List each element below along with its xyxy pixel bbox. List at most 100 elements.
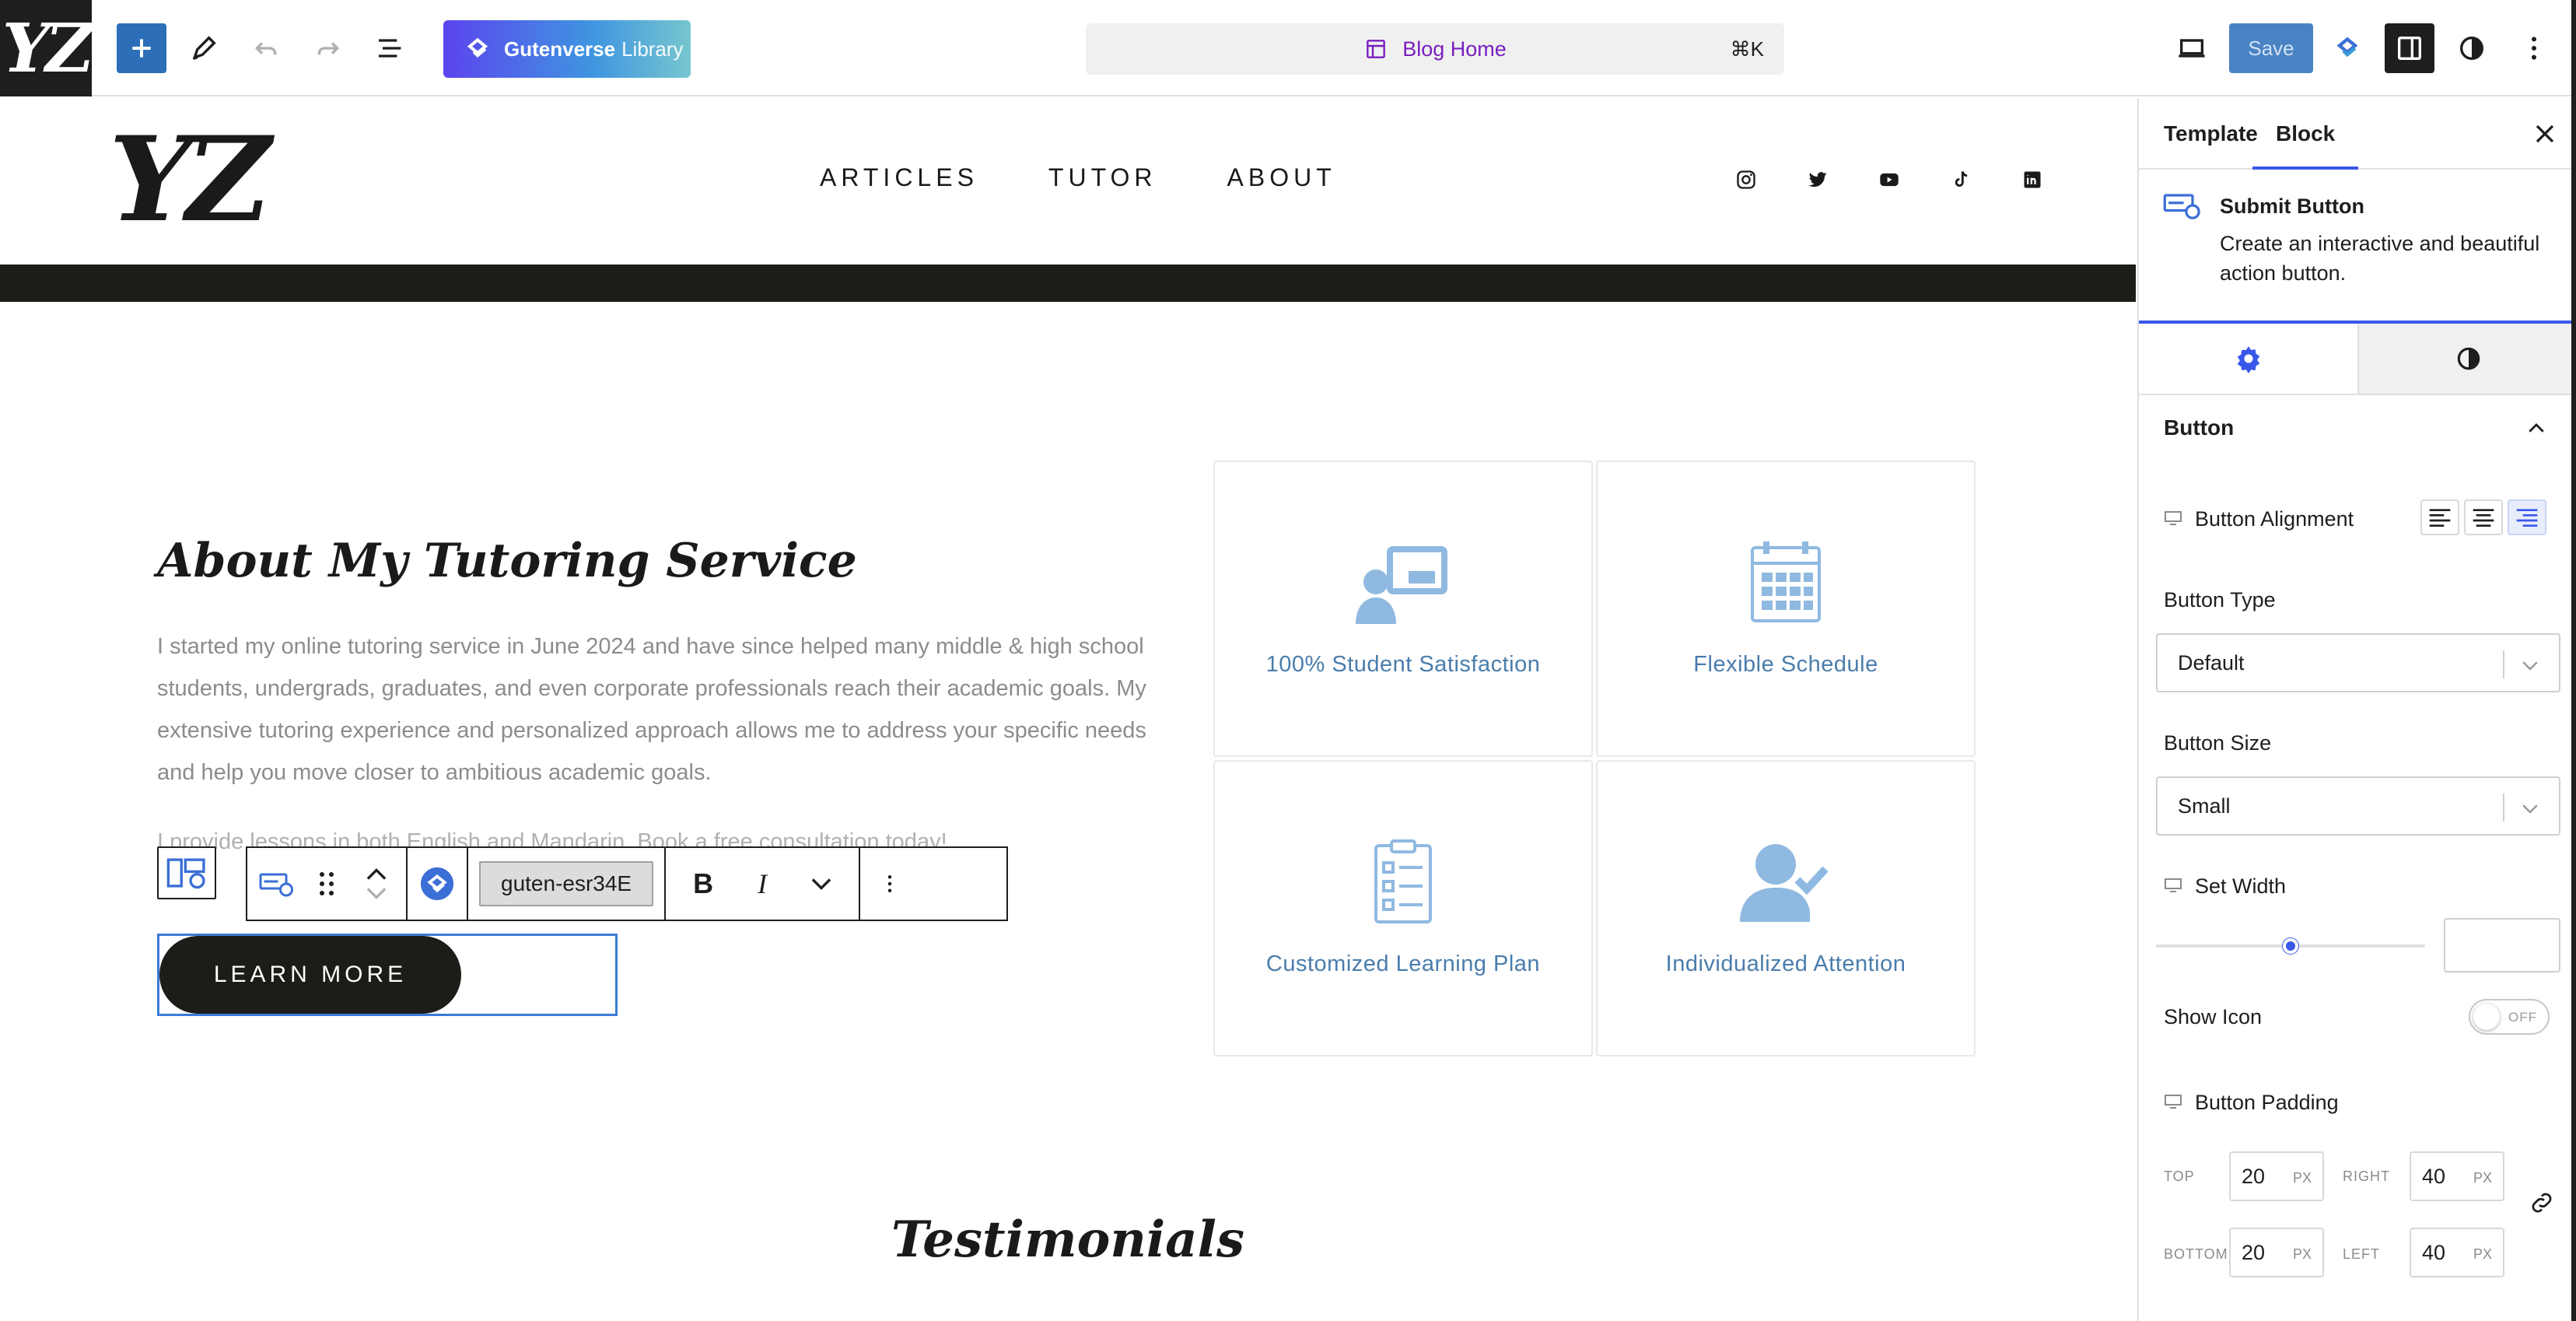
chevron-down-icon [2522, 661, 2538, 671]
gear-icon [2237, 346, 2259, 373]
feature-card[interactable]: Individualized Attention [1596, 760, 1976, 1056]
padding-bottom-input[interactable]: 20 PX [2229, 1228, 2324, 1277]
drag-handle-icon[interactable] [308, 865, 345, 902]
block-options-button[interactable] [871, 865, 908, 902]
more-vertical-icon [2532, 37, 2536, 60]
redo-button[interactable] [303, 23, 353, 73]
slider-thumb[interactable] [2283, 938, 2298, 954]
redo-icon [317, 42, 340, 55]
set-width-label: Set Width [2195, 874, 2287, 898]
padding-top-input[interactable]: 20 PX [2229, 1151, 2324, 1201]
user-check-icon [1740, 844, 1829, 922]
features-grid: 100% Student Satisfaction Flexible Sched… [1213, 461, 1976, 1056]
submit-button-block-icon [2163, 194, 2200, 219]
site-logo[interactable]: YZ [109, 121, 271, 238]
gutenverse-logo-icon [467, 37, 488, 58]
section-title-button[interactable]: Button [2164, 415, 2234, 440]
settings-sidebar: Template Block Submit Button Create an i… [2137, 98, 2576, 1321]
preview-button[interactable] [2167, 23, 2217, 73]
align-center-icon [2473, 509, 2494, 527]
about-heading[interactable]: About My Tutoring Service [157, 534, 857, 588]
feature-label: Flexible Schedule [1693, 652, 1878, 677]
window-edge [2571, 0, 2576, 1321]
padding-left-value: 40 [2422, 1240, 2446, 1264]
linkedin-icon[interactable] [2019, 166, 2046, 193]
align-center-button[interactable] [2464, 499, 2503, 535]
undo-button[interactable] [241, 23, 291, 73]
close-icon[interactable] [2529, 118, 2560, 149]
padding-bottom-value: 20 [2242, 1240, 2266, 1264]
padding-right-input[interactable]: 40 PX [2410, 1151, 2504, 1201]
gutenverse-library-button[interactable]: Gutenverse Library [443, 20, 691, 78]
parent-block-icon [166, 858, 205, 889]
more-formatting-button[interactable] [803, 865, 840, 902]
submit-button-block-icon[interactable] [258, 865, 296, 902]
show-icon-toggle[interactable]: OFF [2469, 999, 2550, 1035]
site-icon-button[interactable]: YZ [0, 0, 94, 96]
feature-card[interactable]: Customized Learning Plan [1213, 760, 1593, 1056]
padding-left-input[interactable]: 40 PX [2410, 1228, 2504, 1277]
tab-settings[interactable] [2139, 324, 2357, 394]
button-type-value: Default [2178, 650, 2245, 675]
desktop-icon[interactable] [2164, 510, 2182, 526]
align-right-button[interactable] [2508, 499, 2546, 535]
command-shortcut: ⌘K [1730, 37, 1764, 61]
learn-more-button[interactable]: LEARN MORE [159, 936, 461, 1014]
align-left-button[interactable] [2420, 499, 2459, 535]
options-button[interactable] [2509, 23, 2559, 73]
document-overview-button[interactable] [366, 23, 415, 73]
gutenverse-block-icon[interactable] [418, 865, 456, 902]
button-type-select[interactable]: Default [2156, 633, 2560, 692]
nav-item-tutor[interactable]: TUTOR [1048, 163, 1157, 192]
tab-block[interactable]: Block [2252, 121, 2359, 170]
nav-item-articles[interactable]: ARTICLES [820, 163, 978, 192]
width-input[interactable] [2444, 918, 2560, 972]
template-icon [1367, 40, 1386, 58]
show-icon-label: Show Icon [2164, 1005, 2263, 1028]
calendar-icon [1751, 541, 1821, 622]
twitter-icon[interactable] [1804, 166, 1831, 193]
align-right-icon [2516, 509, 2538, 527]
save-button[interactable]: Save [2229, 23, 2313, 73]
feature-card[interactable]: Flexible Schedule [1596, 461, 1976, 757]
tab-template[interactable]: Template [2164, 121, 2258, 146]
padding-right-label: RIGHT [2343, 1169, 2390, 1184]
pen-icon [192, 36, 216, 60]
select-parent-block-button[interactable] [157, 846, 216, 899]
document-bar[interactable]: Blog Home ⌘K [1086, 23, 1784, 75]
chevron-up-icon[interactable] [2525, 417, 2548, 440]
editor-canvas: YZ ARTICLES TUTOR ABOUT About My Tutorin… [0, 98, 2136, 1321]
padding-unit: PX [2473, 1170, 2492, 1186]
toggle-state: OFF [2508, 1010, 2537, 1025]
instagram-icon[interactable] [1733, 166, 1759, 193]
element-id-field[interactable]: guten-esr34E [479, 861, 654, 906]
add-block-button[interactable] [117, 23, 166, 73]
button-size-value: Small [2178, 794, 2231, 818]
testimonials-heading[interactable]: Testimonials [0, 1211, 2136, 1269]
width-slider[interactable] [2156, 938, 2425, 954]
chevron-up-icon[interactable] [366, 868, 387, 881]
gutenverse-button[interactable] [2322, 23, 2372, 73]
settings-panel-toggle[interactable] [2385, 23, 2434, 73]
about-paragraph[interactable]: I started my online tutoring service in … [157, 625, 1168, 794]
desktop-icon[interactable] [2164, 878, 2182, 893]
nav-item-about[interactable]: ABOUT [1227, 163, 1336, 192]
block-title: Submit Button [2220, 194, 2364, 218]
feature-card[interactable]: 100% Student Satisfaction [1213, 461, 1593, 757]
library-label-thin: Library [621, 37, 684, 61]
tools-button[interactable] [179, 23, 229, 73]
link-icon[interactable] [2528, 1189, 2556, 1217]
youtube-icon[interactable] [1876, 166, 1902, 193]
button-size-select[interactable]: Small [2156, 776, 2560, 836]
feature-label: Individualized Attention [1665, 951, 1906, 976]
move-up-down-control[interactable] [358, 865, 395, 902]
alignment-button-group [2420, 499, 2546, 535]
styles-button[interactable] [2447, 23, 2497, 73]
padding-top-value: 20 [2242, 1164, 2266, 1188]
desktop-icon[interactable] [2164, 1094, 2182, 1109]
tab-styles[interactable] [2357, 324, 2576, 394]
tiktok-icon[interactable] [1948, 166, 1974, 193]
italic-button[interactable]: I [744, 865, 781, 902]
chevron-down-icon[interactable] [366, 887, 387, 899]
bold-button[interactable]: B [684, 865, 722, 902]
